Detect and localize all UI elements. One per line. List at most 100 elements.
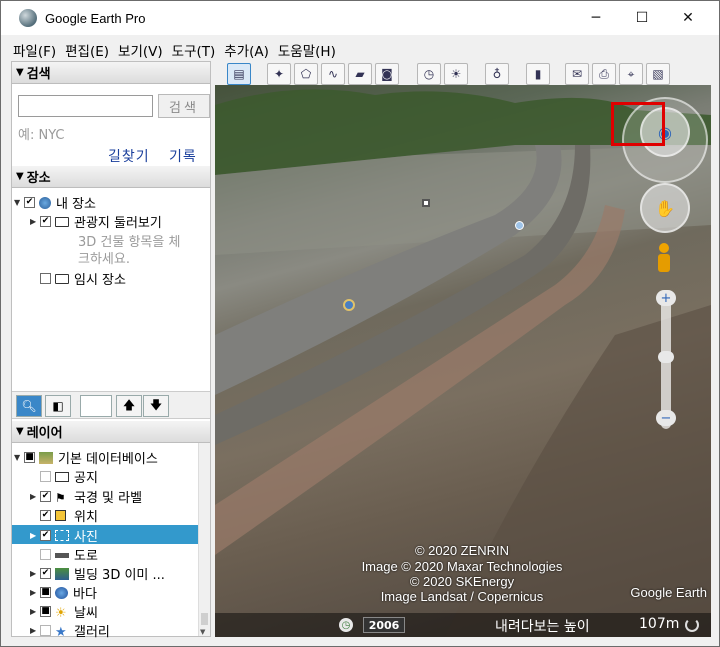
road-icon [55, 552, 69, 558]
email-button[interactable]: ✉ [565, 63, 589, 85]
zoom-out-button[interactable]: − [656, 410, 676, 426]
place-marker-icon[interactable] [422, 199, 430, 207]
ocean-icon [55, 586, 68, 599]
expand-arrow-icon[interactable]: ▶ [30, 217, 40, 226]
move-down-button[interactable]: 🡇 [143, 395, 169, 417]
tree-item-tour[interactable]: ▶ ✔ 관광지 둘러보기 [30, 212, 162, 231]
sidebar-toggle-button[interactable]: ▤ [227, 63, 251, 85]
search-panel-header[interactable]: ▼ 검색 [12, 62, 210, 84]
layer-item[interactable]: 공지 [30, 467, 98, 486]
sidebar-icon: ▤ [233, 67, 245, 81]
ruler-button[interactable]: ▮ [526, 63, 550, 85]
add-placemark-button[interactable]: ✦ [267, 63, 291, 85]
add-polygon-button[interactable]: ⬠ [294, 63, 318, 85]
checkbox[interactable] [40, 471, 51, 482]
checkbox[interactable]: ■ [40, 587, 51, 598]
minus-icon: − [660, 410, 672, 426]
search-button[interactable]: 검색 [158, 94, 210, 118]
checkbox[interactable]: ✔ [40, 510, 51, 521]
menu-edit[interactable]: 편집(E) [65, 40, 109, 60]
scroll-down-arrow-icon[interactable]: ▼ [200, 628, 205, 636]
checkbox[interactable]: ✔ [40, 216, 51, 227]
move-joystick[interactable]: ✋ [640, 183, 690, 233]
checkbox[interactable] [40, 273, 51, 284]
tree-item-temporary-places[interactable]: 임시 장소 [30, 269, 126, 288]
layer-item[interactable]: ▶ ★ 갤러리 [30, 621, 110, 641]
layer-label: 갤러리 [74, 625, 110, 640]
map-toolbar: ▤ ✦ ⬠ ∿ ▰ ◙ ◷ ☀ ♁ ▮ ✉ ⎙ ⌖ ▧ [215, 61, 711, 87]
layer-item[interactable]: ▶ ■ 바다 [30, 583, 97, 602]
layer-label: 기본 데이터베이스 [58, 452, 158, 467]
street-view-pegman-icon[interactable] [656, 243, 672, 277]
minimize-button[interactable]: ─ [573, 1, 619, 35]
expand-arrow-icon[interactable]: ▼ [14, 198, 24, 207]
earth-3d-view[interactable]: ◉ ✋ + − © 2020 ZENRIN Image © 2020 Maxar… [215, 85, 711, 637]
photo-marker-icon[interactable] [343, 299, 355, 311]
search-mode-button[interactable]: 🔍︎ [16, 395, 42, 417]
places-panel-header[interactable]: ▼ 장소 [12, 166, 210, 188]
layer-item[interactable]: 도로 [30, 545, 98, 564]
scroll-thumb[interactable] [201, 613, 208, 625]
planets-button[interactable]: ♁ [485, 63, 509, 85]
close-button[interactable]: ✕ [665, 1, 711, 35]
menu-add[interactable]: 추가(A) [224, 40, 269, 60]
menu-view[interactable]: 보기(V) [118, 40, 163, 60]
google-earth-app-icon [19, 9, 37, 27]
move-up-button[interactable]: 🡅 [116, 395, 142, 417]
panel-toggle-button[interactable]: ◧ [45, 395, 71, 417]
checkbox[interactable]: ✔ [40, 530, 51, 541]
save-image-button[interactable]: ▧ [646, 63, 670, 85]
record-tour-button[interactable]: ◙ [375, 63, 399, 85]
history-link[interactable]: 기록 [169, 146, 197, 166]
layers-scrollbar[interactable]: ▼ [198, 443, 210, 636]
google-earth-logo: Google Earth [630, 585, 707, 600]
zoom-in-button[interactable]: + [656, 290, 676, 306]
hand-icon: ✋ [655, 198, 675, 218]
layer-item[interactable]: ▶ ■ ☀ 날씨 [30, 602, 98, 622]
layer-label: 도로 [74, 549, 98, 564]
menu-tools[interactable]: 도구(T) [172, 40, 216, 60]
checkbox[interactable]: ✔ [24, 197, 35, 208]
eye-altitude-value: 107m [639, 616, 680, 632]
historical-imagery-button[interactable]: ◷ [417, 63, 441, 85]
layer-item[interactable]: ✔ 위치 [30, 506, 98, 525]
app-window: Google Earth Pro ─ ☐ ✕ 파일(F) 편집(E) 보기(V)… [0, 0, 720, 647]
print-button[interactable]: ⎙ [592, 63, 616, 85]
layer-item[interactable]: ▶ ✔ 빌딩 3D 이미 ... [30, 564, 165, 583]
sunlight-button[interactable]: ☀ [444, 63, 468, 85]
checkbox[interactable]: ■ [40, 606, 51, 617]
checkbox[interactable]: ■ [24, 452, 35, 463]
layer-item[interactable]: ▼ ■ 기본 데이터베이스 [14, 448, 158, 467]
checkbox[interactable] [40, 625, 51, 636]
tree-item-my-places[interactable]: ▼ ✔ 내 장소 [14, 193, 96, 212]
menu-help[interactable]: 도움말(H) [278, 40, 336, 60]
checkbox[interactable] [40, 549, 51, 560]
layer-item-selected[interactable]: ▶ ✔ 사진 [30, 526, 98, 545]
up-arrow-icon: 🡅 [122, 397, 136, 412]
panel-icon: ◧ [52, 399, 64, 413]
photo-marker-icon[interactable] [515, 221, 524, 230]
maximize-button[interactable]: ☐ [619, 1, 665, 35]
my-places-label: 내 장소 [56, 197, 97, 212]
add-path-button[interactable]: ∿ [321, 63, 345, 85]
layer-item[interactable]: ▶ ✔ ⚑ 국경 및 라벨 [30, 487, 142, 507]
directions-link[interactable]: 길찾기 [108, 146, 150, 166]
tour-hint-line-2: 크하세요. [78, 252, 130, 267]
menu-bar: 파일(F) 편집(E) 보기(V) 도구(T) 추가(A) 도움말(H) [1, 39, 719, 61]
search-header-label: 검색 [26, 67, 51, 82]
gallery-icon: ★ [55, 624, 67, 640]
historical-clock-icon[interactable]: ◷ [339, 618, 353, 632]
weather-icon: ☀ [55, 605, 67, 621]
blank-field[interactable] [80, 395, 112, 417]
add-overlay-button[interactable]: ▰ [348, 63, 372, 85]
collapse-triangle-icon: ▼ [16, 67, 24, 78]
search-input[interactable] [18, 95, 153, 117]
checkbox[interactable]: ✔ [40, 568, 51, 579]
zoom-slider-thumb[interactable] [658, 351, 674, 363]
checkbox[interactable]: ✔ [40, 491, 51, 502]
google-maps-button[interactable]: ⌖ [619, 63, 643, 85]
imagery-year[interactable]: 2006 [363, 617, 405, 633]
layers-panel-header[interactable]: ▼ 레이어 [12, 421, 210, 443]
menu-file[interactable]: 파일(F) [13, 40, 56, 60]
places-header-label: 장소 [26, 171, 51, 186]
